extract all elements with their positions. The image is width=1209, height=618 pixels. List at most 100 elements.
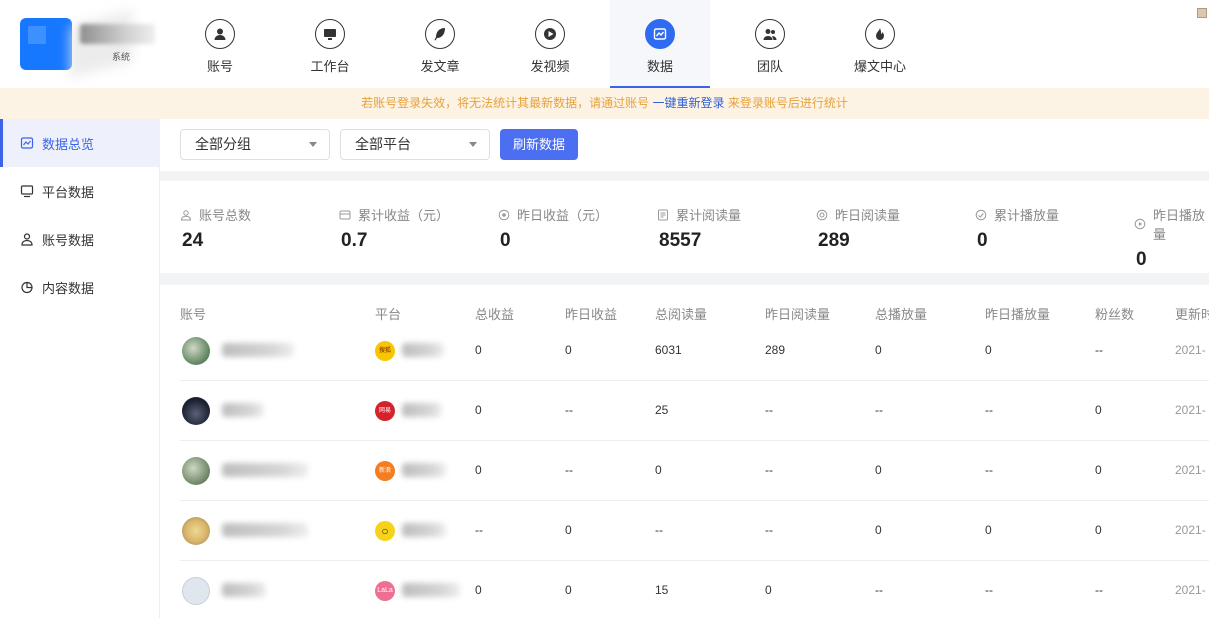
group-select[interactable]: 全部分组 [180, 129, 330, 160]
stat-label: 累计收益（元） [358, 208, 450, 223]
app-logo[interactable] [20, 18, 72, 70]
platform-select-value: 全部平台 [355, 136, 411, 152]
stat-account-total: 账号总数 24 [180, 205, 251, 252]
account-name-blurred [222, 403, 264, 417]
sidebar-item-account-data[interactable]: 账号数据 [0, 215, 160, 263]
fans-cell: 0 [1095, 523, 1102, 537]
nav-item-post-article[interactable]: 发文章 [390, 0, 490, 88]
sidebar-item-label: 平台数据 [42, 184, 95, 200]
wallet-icon [339, 209, 351, 221]
stat-value: 289 [818, 230, 850, 251]
updated-cell: 2021- [1175, 403, 1206, 417]
stat-value: 0 [1136, 249, 1147, 270]
stat-value: 0 [500, 230, 511, 251]
stat-label: 昨日收益（元） [517, 208, 609, 223]
relogin-link[interactable]: 一键重新登录 [652, 96, 724, 110]
stat-label: 昨日播放量 [1153, 208, 1206, 242]
avatar [182, 337, 210, 365]
yesterday-reads-cell: 0 [765, 583, 772, 597]
play-circle-icon [1134, 218, 1146, 230]
sidebar: 数据总览 平台数据 账号数据 内容数据 [0, 119, 160, 618]
feather-icon [425, 19, 455, 49]
stat-value: 0 [977, 230, 988, 251]
table-row[interactable]: LaLa 0 0 15 0 -- -- -- 2021- [180, 561, 1209, 618]
doc-icon [657, 209, 669, 221]
notice-text-after: 来登录账号后进行统计 [727, 96, 848, 110]
total-plays-cell: 0 [875, 343, 882, 357]
nav-item-post-video[interactable]: 发视频 [500, 0, 600, 88]
total-income-cell: 0 [475, 583, 482, 597]
nav-item-label: 爆文中心 [853, 59, 906, 74]
table-row[interactable]: 网易 0 -- 25 -- -- -- 0 2021- [180, 381, 1209, 441]
total-reads-cell: 0 [655, 463, 662, 477]
total-income-cell: 0 [475, 403, 482, 417]
yesterday-reads-cell: -- [765, 463, 773, 477]
logo-subtitle: 系统 [112, 52, 131, 62]
stat-label: 昨日阅读量 [835, 208, 901, 223]
refresh-data-button[interactable]: 刷新数据 [500, 129, 578, 160]
nav-item-account[interactable]: 账号 [170, 0, 270, 88]
play-icon [535, 19, 565, 49]
total-reads-cell: 25 [655, 403, 669, 417]
monitor-icon [315, 19, 345, 49]
updated-cell: 2021- [1175, 523, 1206, 537]
platform-select[interactable]: 全部平台 [340, 129, 490, 160]
yesterday-plays-cell: 0 [985, 343, 992, 357]
nav-item-label: 数据 [646, 59, 673, 74]
platform-name-blurred [402, 403, 442, 417]
nav-item-label: 发文章 [420, 59, 460, 74]
user-icon [205, 19, 235, 49]
stat-total-reads: 累计阅读量 8557 [657, 205, 741, 252]
chart-icon [20, 136, 34, 150]
stat-value: 0.7 [341, 230, 368, 251]
chart-icon [645, 19, 675, 49]
nav-item-team[interactable]: 团队 [720, 0, 820, 88]
sidebar-item-overview[interactable]: 数据总览 [0, 119, 160, 167]
total-plays-cell: 0 [875, 523, 882, 537]
table-row[interactable]: 新浪 0 -- 0 -- 0 -- 0 2021- [180, 441, 1209, 501]
fans-cell: 0 [1095, 403, 1102, 417]
sidebar-item-label: 数据总览 [42, 136, 95, 152]
sidebar-item-content-data[interactable]: 内容数据 [0, 263, 160, 311]
sidebar-item-label: 账号数据 [42, 232, 95, 248]
coin-icon [498, 209, 510, 221]
sidebar-item-platform-data[interactable]: 平台数据 [0, 167, 160, 215]
total-income-cell: 0 [475, 463, 482, 477]
total-income-cell: 0 [475, 343, 482, 357]
yesterday-plays-cell: 0 [985, 523, 992, 537]
nav-item-workbench[interactable]: 工作台 [280, 0, 380, 88]
yesterday-reads-cell: 289 [765, 343, 786, 357]
total-plays-cell: 0 [875, 463, 882, 477]
yesterday-income-cell: -- [565, 403, 573, 417]
nav-item-data[interactable]: 数据 [610, 0, 710, 88]
stats-summary: 账号总数 24 累计收益（元） 0.7 昨日收益（元） 0 累计阅读量 8557… [160, 181, 1209, 273]
team-icon [755, 19, 785, 49]
avatar [182, 457, 210, 485]
yesterday-income-cell: 0 [565, 343, 572, 357]
stat-label: 账号总数 [199, 208, 252, 223]
avatar [182, 397, 210, 425]
yesterday-reads-cell: -- [765, 523, 773, 537]
stat-yesterday-reads: 昨日阅读量 289 [816, 205, 900, 252]
window-resize-icon[interactable] [1197, 8, 1207, 18]
sidebar-item-label: 内容数据 [42, 280, 95, 296]
account-name-blurred [222, 343, 294, 357]
main-content: 全部分组 全部平台 刷新数据 账号总数 24 累计收益（元） 0.7 昨日收益（… [160, 119, 1209, 618]
table-row[interactable]: ○ -- 0 -- -- 0 0 0 2021- [180, 501, 1209, 561]
account-name-blurred [222, 463, 308, 477]
logo-title-blurred [70, 10, 132, 78]
fans-cell: 0 [1095, 463, 1102, 477]
nav-item-viral-center[interactable]: 爆文中心 [830, 0, 930, 88]
platform-logo-icon: 新浪 [375, 461, 395, 481]
monitor-icon [20, 184, 34, 198]
total-income-cell: -- [475, 523, 483, 537]
stat-value: 8557 [659, 230, 702, 251]
play-circle-icon [975, 209, 987, 221]
fans-cell: -- [1095, 583, 1103, 597]
platform-logo-icon: 搜狐 [375, 341, 395, 361]
updated-cell: 2021- [1175, 343, 1206, 357]
fans-cell: -- [1095, 343, 1103, 357]
total-reads-cell: -- [655, 523, 663, 537]
logo-name-blurred [80, 24, 155, 44]
table-row[interactable]: 搜狐 0 0 6031 289 0 0 -- 2021- [180, 321, 1209, 381]
